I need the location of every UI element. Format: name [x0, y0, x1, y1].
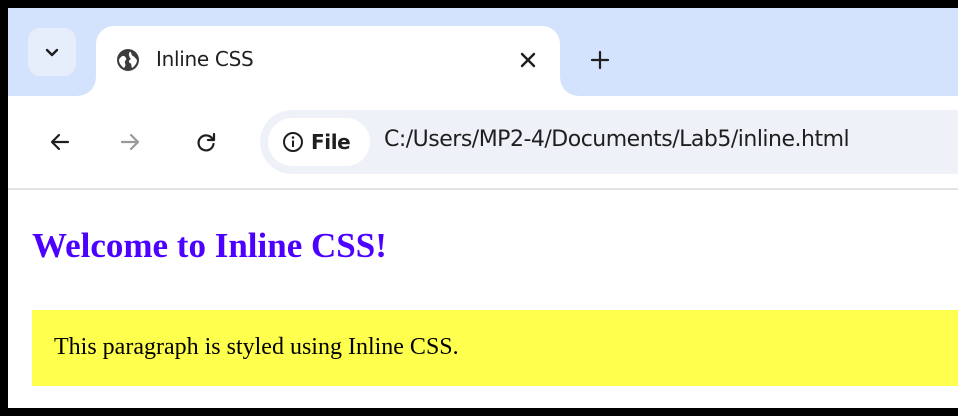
browser-toolbar: File C:/Users/MP2-4/Documents/Lab5/inlin…: [8, 96, 958, 190]
page-content: Welcome to Inline CSS! This paragraph is…: [8, 190, 958, 408]
address-bar[interactable]: File C:/Users/MP2-4/Documents/Lab5/inlin…: [260, 110, 958, 174]
url-text[interactable]: C:/Users/MP2-4/Documents/Lab5/inline.htm…: [384, 127, 850, 152]
tab-search-button[interactable]: [28, 28, 76, 76]
plus-icon: [590, 50, 610, 70]
site-info-chip[interactable]: File: [268, 118, 370, 166]
new-tab-button[interactable]: [584, 44, 616, 76]
tab-active[interactable]: Inline CSS: [78, 26, 578, 96]
tab-strip: Inline CSS: [8, 8, 958, 96]
globe-icon: [117, 49, 139, 71]
close-icon: [520, 52, 536, 68]
info-icon: [283, 132, 303, 152]
tab-title: Inline CSS: [156, 47, 254, 71]
reload-icon: [197, 132, 216, 152]
reload-button[interactable]: [186, 122, 226, 162]
tab-close-button[interactable]: [514, 46, 542, 74]
styled-paragraph: This paragraph is styled using Inline CS…: [54, 334, 459, 360]
styled-paragraph-box: This paragraph is styled using Inline CS…: [32, 310, 958, 386]
page-heading: Welcome to Inline CSS!: [32, 226, 387, 265]
back-button[interactable]: [40, 122, 80, 162]
chevron-down-icon: [45, 48, 59, 57]
arrow-left-icon: [50, 133, 70, 151]
forward-button[interactable]: [110, 122, 150, 162]
browser-window: Inline CSS File C:/Users/MP2-4/Documents…: [8, 8, 958, 408]
site-info-label: File: [311, 130, 351, 154]
arrow-right-icon: [120, 133, 140, 151]
